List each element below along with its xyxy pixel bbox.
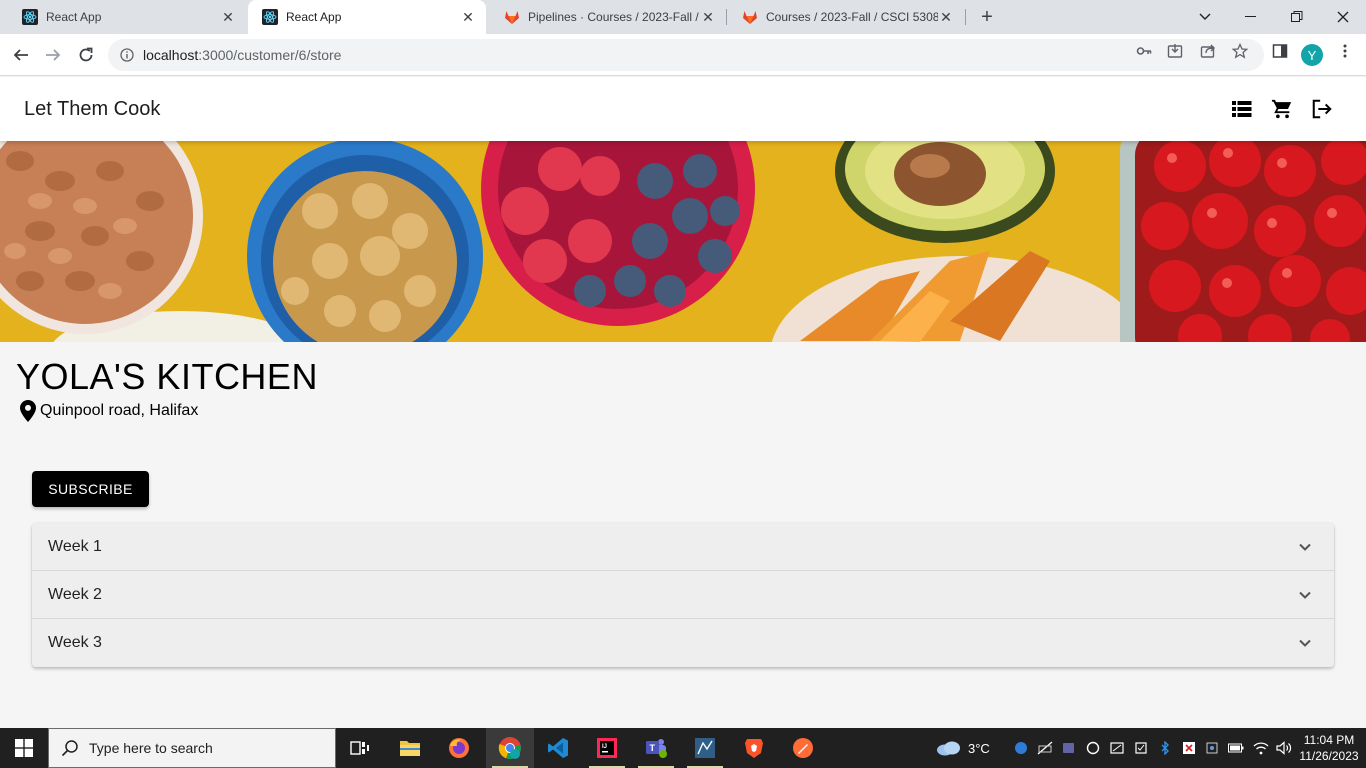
accordion-label: Week 2 xyxy=(48,585,102,603)
close-tab-icon[interactable]: ✕ xyxy=(938,9,954,25)
weeks-accordion: Week 1 Week 2 Week 3 xyxy=(32,523,1334,667)
browser-tab-courses[interactable]: Courses / 2023-Fall / CSCI 5308 ✕ xyxy=(728,0,964,34)
close-tab-icon[interactable]: ✕ xyxy=(220,9,236,25)
volume-icon[interactable] xyxy=(1276,740,1292,756)
location-pin-icon xyxy=(20,400,36,422)
postman-icon[interactable] xyxy=(779,728,827,768)
vscode-icon[interactable] xyxy=(534,728,582,768)
url-text: localhost:3000/customer/6/store xyxy=(143,47,341,63)
battery-icon[interactable] xyxy=(1228,740,1244,756)
react-icon xyxy=(22,9,38,25)
store-location: Quinpool road, Halifax xyxy=(20,400,198,422)
bookmark-star-icon[interactable] xyxy=(1231,42,1249,60)
forward-icon[interactable] xyxy=(38,40,68,70)
snipping-icon[interactable] xyxy=(1109,740,1125,756)
clock-date: 11/26/2023 xyxy=(1299,749,1359,763)
profile-avatar[interactable]: Y xyxy=(1301,44,1323,66)
expand-chevron-icon[interactable] xyxy=(1296,538,1314,556)
tab-title: React App xyxy=(46,10,102,24)
tab-title: React App xyxy=(286,10,342,24)
store-name: YOLA'S KITCHEN xyxy=(16,356,318,397)
share-icon[interactable] xyxy=(1199,42,1217,60)
tab-separator xyxy=(726,9,727,25)
install-icon[interactable] xyxy=(1166,42,1184,60)
logout-icon[interactable] xyxy=(1310,97,1334,121)
firefox-icon[interactable] xyxy=(435,728,483,768)
file-explorer-icon[interactable] xyxy=(386,728,434,768)
teams-tray-icon[interactable] xyxy=(1061,740,1077,756)
antivirus-icon[interactable] xyxy=(1181,740,1197,756)
brave-icon[interactable] xyxy=(730,728,778,768)
accordion-week-2[interactable]: Week 2 xyxy=(32,571,1334,619)
svg-text:T: T xyxy=(650,743,656,753)
svg-text:IJ: IJ xyxy=(602,744,607,750)
tab-title: Pipelines · Courses / 2023-Fall / C xyxy=(528,10,700,24)
app-header: Let Them Cook xyxy=(0,77,1366,141)
expand-chevron-icon[interactable] xyxy=(1296,586,1314,604)
store-banner-image xyxy=(0,141,1366,342)
site-info-icon[interactable] xyxy=(119,47,135,63)
key-icon[interactable] xyxy=(1135,42,1153,60)
menu-kebab-icon[interactable] xyxy=(1336,42,1354,60)
close-window-icon[interactable] xyxy=(1320,0,1366,34)
browser-tab-react-app-1[interactable]: React App ✕ xyxy=(8,0,246,34)
usb-icon[interactable] xyxy=(1204,740,1220,756)
gitlab-icon xyxy=(742,9,758,25)
tab-search-icon[interactable] xyxy=(1182,0,1228,34)
address-bar[interactable]: localhost:3000/customer/6/store xyxy=(108,39,1264,71)
subscribe-button[interactable]: SUBSCRIBE xyxy=(32,471,149,507)
tab-separator xyxy=(965,9,966,25)
expand-chevron-icon[interactable] xyxy=(1296,634,1314,652)
bluetooth-icon[interactable] xyxy=(1157,740,1173,756)
browser-toolbar: localhost:3000/customer/6/store xyxy=(0,34,1366,76)
browser-tab-strip: React App ✕ React App ✕ Pipelines · Cour… xyxy=(0,0,1366,34)
mysql-workbench-icon[interactable] xyxy=(681,728,729,768)
tray-app-icon[interactable] xyxy=(1013,740,1029,756)
weather-cloud-icon[interactable] xyxy=(936,740,962,756)
sync-icon[interactable] xyxy=(1085,740,1101,756)
accordion-week-3[interactable]: Week 3 xyxy=(32,619,1334,667)
weather-temperature[interactable]: 3°C xyxy=(968,728,990,768)
close-tab-icon[interactable]: ✕ xyxy=(460,9,476,25)
gitlab-icon xyxy=(504,9,520,25)
chrome-icon[interactable] xyxy=(486,728,534,768)
task-view-icon[interactable] xyxy=(336,728,384,768)
teams-icon[interactable]: T xyxy=(632,728,680,768)
side-panel-icon[interactable] xyxy=(1271,42,1289,60)
accordion-label: Week 1 xyxy=(48,537,102,555)
reload-icon[interactable] xyxy=(71,40,101,70)
accordion-week-1[interactable]: Week 1 xyxy=(32,523,1334,571)
windows-start-icon[interactable] xyxy=(0,728,48,768)
wifi-icon[interactable] xyxy=(1253,740,1269,756)
network-off-icon[interactable] xyxy=(1037,740,1053,756)
tab-title: Courses / 2023-Fall / CSCI 5308 xyxy=(766,10,938,24)
new-tab-button[interactable]: + xyxy=(976,6,998,28)
close-tab-icon[interactable]: ✕ xyxy=(700,9,716,25)
taskbar-search-box[interactable]: Type here to search xyxy=(48,728,336,768)
clock-time: 11:04 PM xyxy=(1303,733,1355,747)
browser-tab-pipelines[interactable]: Pipelines · Courses / 2023-Fall / C ✕ xyxy=(490,0,726,34)
minimize-icon[interactable] xyxy=(1228,0,1274,34)
url-path: :3000/customer/6/store xyxy=(198,47,342,63)
restore-icon[interactable] xyxy=(1274,0,1320,34)
list-icon[interactable] xyxy=(1230,97,1254,121)
brand-title[interactable]: Let Them Cook xyxy=(24,98,160,121)
back-icon[interactable] xyxy=(6,40,36,70)
security-icon[interactable] xyxy=(1133,740,1149,756)
search-placeholder: Type here to search xyxy=(89,740,213,756)
windows-taskbar: Type here to search IJ T 3°C 11:04 PM 11… xyxy=(0,728,1366,768)
search-icon xyxy=(61,740,78,757)
url-host: localhost xyxy=(143,47,199,63)
accordion-label: Week 3 xyxy=(48,634,102,651)
react-icon xyxy=(262,9,278,25)
intellij-icon[interactable]: IJ xyxy=(583,728,631,768)
store-address: Quinpool road, Halifax xyxy=(40,402,199,419)
taskbar-clock[interactable]: 11:04 PM 11/26/2023 xyxy=(1296,732,1362,764)
cart-icon[interactable] xyxy=(1270,97,1294,121)
browser-tab-react-app-2[interactable]: React App ✕ xyxy=(248,0,486,34)
